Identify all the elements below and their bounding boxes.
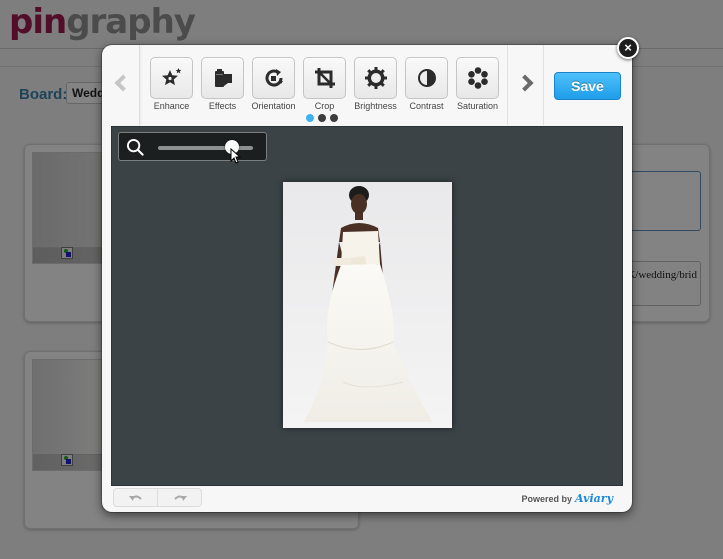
undo-icon	[128, 495, 142, 501]
chevron-right-icon	[516, 74, 534, 92]
crop-icon	[314, 68, 335, 88]
tool-label: Brightness	[354, 101, 397, 111]
redo-icon	[173, 495, 187, 501]
sun-gear-icon	[364, 67, 387, 89]
rotate-icon	[265, 69, 283, 87]
zoom-control	[118, 132, 267, 164]
close-editor-button[interactable]: ×	[617, 37, 639, 59]
image-editor-modal: Enhance Effects Orientation Crop Brightn…	[102, 45, 632, 512]
edited-photo[interactable]	[283, 182, 452, 428]
aviary-logo[interactable]: Aviary	[575, 492, 613, 505]
editor-footer: Powered by Aviary	[102, 486, 632, 512]
editor-canvas[interactable]	[111, 126, 623, 486]
tools-pager	[306, 114, 338, 122]
tool-brightness[interactable]: Brightness	[354, 57, 397, 111]
magnifier-icon	[126, 138, 144, 156]
tool-crop[interactable]: Crop	[303, 57, 346, 111]
half-circle-icon	[417, 69, 436, 87]
tool-label: Orientation	[251, 101, 296, 111]
bride-photo-image	[283, 182, 452, 428]
star-sparkle-icon	[161, 68, 181, 86]
tool-orientation[interactable]: Orientation	[251, 57, 296, 111]
tool-label: Saturation	[456, 101, 499, 111]
flower-dots-icon	[467, 67, 488, 89]
save-button[interactable]: Save	[554, 72, 621, 100]
tools-next-button[interactable]	[507, 45, 543, 125]
tools-prev-button[interactable]	[102, 45, 140, 125]
tool-contrast[interactable]: Contrast	[405, 57, 448, 111]
tool-enhance[interactable]: Enhance	[150, 57, 193, 111]
undo-button[interactable]	[114, 489, 158, 506]
pager-dot-1[interactable]	[306, 114, 314, 122]
tool-label: Crop	[314, 101, 335, 111]
tool-saturation[interactable]: Saturation	[456, 57, 499, 111]
redo-button[interactable]	[158, 489, 201, 506]
film-roll-icon	[214, 69, 232, 87]
tool-label: Contrast	[409, 101, 444, 111]
chevron-left-icon	[114, 74, 132, 92]
tool-effects[interactable]: Effects	[201, 57, 244, 111]
mouse-cursor-icon	[230, 148, 242, 164]
tool-label: Enhance	[153, 101, 190, 111]
tool-label: Effects	[208, 101, 237, 111]
toolbar-divider	[543, 45, 544, 125]
pager-dot-3[interactable]	[330, 114, 338, 122]
editor-toolbar: Enhance Effects Orientation Crop Brightn…	[102, 45, 632, 125]
history-controls	[113, 488, 202, 507]
tool-list: Enhance Effects Orientation Crop Brightn…	[150, 57, 499, 111]
powered-by-credit: Powered by Aviary	[521, 492, 614, 505]
pager-dot-2[interactable]	[318, 114, 326, 122]
